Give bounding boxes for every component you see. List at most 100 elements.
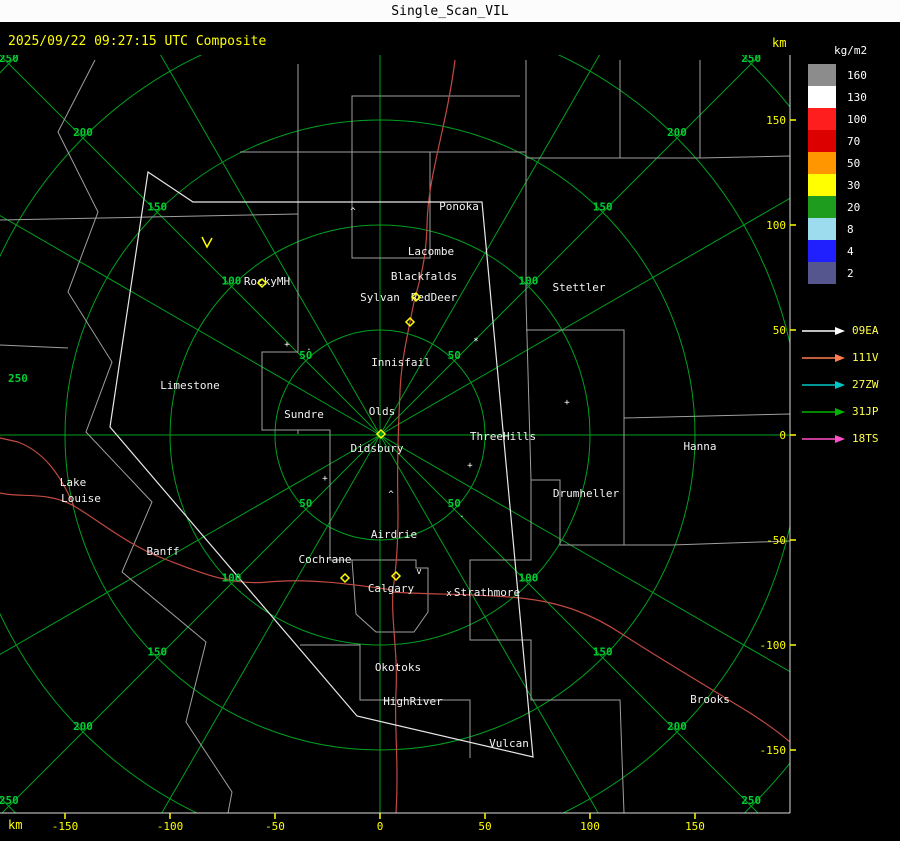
colorbar-swatch (808, 130, 836, 152)
colorbar-value: 2 (847, 266, 854, 280)
bottom-axis-tick-label: 50 (478, 820, 491, 833)
radar-pointer-icon (802, 326, 845, 335)
range-label: 250 (0, 52, 19, 65)
range-label: 200 (73, 720, 93, 733)
range-label: 250 (0, 794, 19, 807)
right-axis-tick-label: 0 (779, 429, 786, 442)
radar-legend-item: 18TS (800, 425, 900, 452)
radar-legend-item: 111V (800, 344, 900, 371)
city-label: Airdrie (371, 528, 417, 541)
town-marker: + (284, 340, 290, 350)
city-label: Calgary (368, 582, 415, 595)
range-label: 150 (147, 646, 167, 659)
city-label: Drumheller (553, 487, 620, 500)
radar-pointer-icon (802, 407, 845, 416)
range-label: 100 (519, 571, 539, 584)
right-axis-tick-label: -150 (760, 744, 787, 757)
city-label: HighRiver (383, 695, 443, 708)
right-axis-tick-label: 150 (766, 114, 786, 127)
colorbar-swatch (808, 174, 836, 196)
city-label: ThreeHills (470, 430, 536, 443)
colorbar-level: 4 (808, 240, 900, 262)
right-axis-tick-label: 100 (766, 219, 786, 232)
range-label: 50 (299, 497, 312, 510)
colorbar-level: 100 (808, 108, 900, 130)
radar-legend-item: 27ZW (800, 371, 900, 398)
city-label: Vulcan (489, 737, 529, 750)
radar-viewer-window: Single_Scan_VIL 2025/09/22 09:27:15 UTC … (0, 0, 900, 841)
town-marker: ^ (350, 207, 356, 217)
bottom-axis-tick-label: 100 (580, 820, 600, 833)
city-label: Strathmore (454, 586, 520, 599)
range-label: 150 (593, 646, 613, 659)
radar-legend-item: 09EA (800, 317, 900, 344)
range-label: 100 (222, 275, 242, 288)
colorbar-value: 130 (847, 90, 867, 104)
right-axis-tick-label: 50 (773, 324, 786, 337)
city-label: Didsbury (351, 442, 404, 455)
radar-site-marker[interactable] (390, 570, 402, 582)
radar-map[interactable]: 5050505010010010010015015015015020020020… (0, 0, 900, 841)
city-labels: Ponoka Lacombe Blackfalds Sylvan RedDeer Rock… (60, 200, 730, 750)
radar-site-marker[interactable] (339, 572, 351, 584)
city-label: Cochrane (299, 553, 352, 566)
city-label: RockyMH (244, 275, 290, 288)
radar-pointer-icon (802, 353, 845, 362)
colorbar-level: 8 (808, 218, 900, 240)
city-label: Blackfalds (391, 270, 457, 283)
city-label: Innisfail (371, 356, 431, 369)
city-label: RedDeer (411, 291, 458, 304)
city-label: Ponoka (439, 200, 479, 213)
range-label: 100 (222, 571, 242, 584)
colorbar-level: 2 (808, 262, 900, 284)
bottom-axis-tick-label: -50 (265, 820, 285, 833)
right-axis-tick-label: -50 (766, 534, 786, 547)
city-label: Sundre (284, 408, 324, 421)
colorbar-swatch (808, 262, 836, 284)
range-label: 200 (667, 126, 687, 139)
radar-pointer-icon (802, 380, 845, 389)
bottom-axis-tick-label: 150 (685, 820, 705, 833)
bottom-axis: -150 -100 -50 0 50 100 150 (52, 813, 705, 833)
colorbar-unit-label: kg/m2 (834, 44, 868, 57)
city-label: Banff (146, 545, 179, 558)
storm-vector-icon (201, 236, 213, 249)
town-markers: ^ + . * + + + ^. v x (284, 207, 570, 599)
colorbar-value: 100 (847, 112, 867, 126)
colorbar-panel: kg/m2 160 130 100 70 50 30 20 8 4 2 09EA 111V 27ZW 3… (802, 44, 900, 452)
radar-pointer-icon (802, 434, 845, 443)
range-label: 150 (593, 200, 613, 213)
range-label: 250 (8, 372, 28, 385)
colorbar-swatch (808, 218, 836, 240)
city-label: Olds (369, 405, 396, 418)
colorbar-level: 50 (808, 152, 900, 174)
colorbar-level: 70 (808, 130, 900, 152)
city-label: Lacombe (408, 245, 454, 258)
town-marker: + (322, 474, 328, 484)
radar-legend-item: 31JP (800, 398, 900, 425)
city-label: Louise (61, 492, 101, 505)
colorbar-level: 160 (808, 64, 900, 86)
range-label: 50 (448, 349, 461, 362)
right-axis-tick-label: -100 (760, 639, 787, 652)
colorbar-level: 130 (808, 86, 900, 108)
bottom-axis-tick-label: -150 (52, 820, 79, 833)
radar-id-label: 18TS (852, 432, 879, 445)
colorbar-value: 20 (847, 200, 861, 214)
colorbar-level: 30 (808, 174, 900, 196)
colorbar-swatch (808, 86, 836, 108)
colorbar-swatch (808, 240, 836, 262)
colorbar-swatch (808, 64, 836, 86)
range-label: 200 (73, 126, 93, 139)
range-label: 200 (667, 720, 687, 733)
town-marker: . (306, 343, 311, 353)
colorbar-value: 30 (847, 178, 861, 192)
radar-id-label: 09EA (852, 324, 879, 337)
city-label: Limestone (160, 379, 220, 392)
radar-id-legend: 09EA 111V 27ZW 31JP 18TS (800, 317, 900, 452)
range-label: 250 (741, 52, 761, 65)
radar-id-label: 31JP (852, 405, 879, 418)
colorbar-value: 50 (847, 156, 861, 170)
colorbar-level: 20 (808, 196, 900, 218)
city-label: Lake (60, 476, 87, 489)
